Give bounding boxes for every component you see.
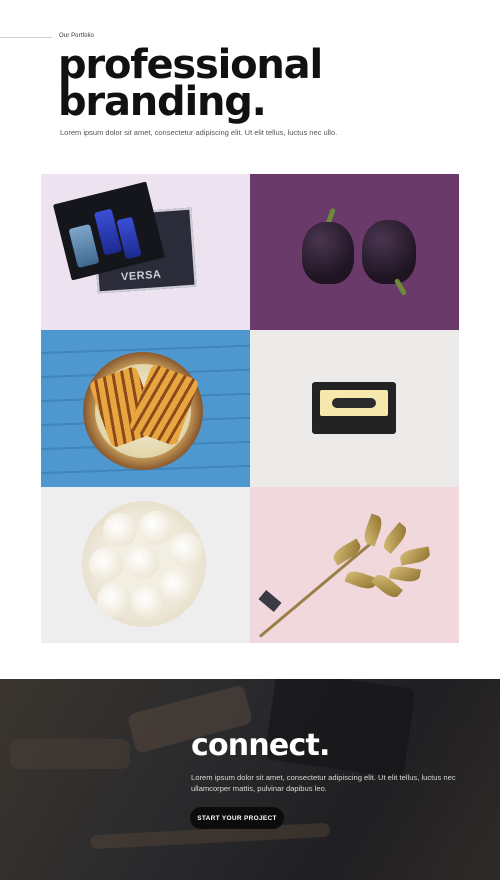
- connect-body-text: Lorem ipsum dolor sit amet, consectetur …: [191, 773, 456, 793]
- garlic-clove: [89, 547, 123, 581]
- page-title-line-2: branding.: [58, 79, 267, 125]
- connect-title: connect.: [191, 728, 330, 763]
- portfolio-item-peppers[interactable]: [250, 174, 459, 330]
- clip-shape: [258, 589, 282, 613]
- portfolio-item-sandwich[interactable]: [41, 330, 250, 487]
- cassette-window: [332, 398, 376, 408]
- leaf-shape: [379, 522, 411, 554]
- leaf-shape: [389, 564, 421, 584]
- page-title: professional branding.: [58, 45, 323, 122]
- portfolio-item-cassette[interactable]: [250, 330, 459, 487]
- garlic-clove: [97, 583, 131, 617]
- garlic-clove: [103, 513, 137, 547]
- branch-shape: [259, 538, 376, 638]
- portfolio-item-garlic[interactable]: [41, 487, 250, 643]
- start-project-button[interactable]: START YOUR PROJECT: [190, 807, 284, 829]
- background-shape: [10, 739, 130, 769]
- pepper-shape: [302, 222, 354, 284]
- portfolio-item-gold-leaf[interactable]: [250, 487, 459, 643]
- pepper-shape: [362, 220, 416, 284]
- leaf-shape: [399, 546, 431, 566]
- garlic-clove: [131, 585, 165, 619]
- leaf-shape: [361, 513, 385, 547]
- portfolio-grid: VERSA: [41, 174, 459, 643]
- garlic-clove: [125, 545, 159, 579]
- section-eyebrow: Our Portfolio: [59, 33, 94, 39]
- page-subtitle: Lorem ipsum dolor sit amet, consectetur …: [60, 128, 338, 137]
- eyebrow-divider: [0, 37, 52, 38]
- connect-section: connect. Lorem ipsum dolor sit amet, con…: [0, 679, 500, 880]
- portfolio-item-perfume[interactable]: VERSA: [41, 174, 250, 330]
- garlic-clove: [139, 511, 173, 545]
- garlic-clove: [169, 533, 203, 567]
